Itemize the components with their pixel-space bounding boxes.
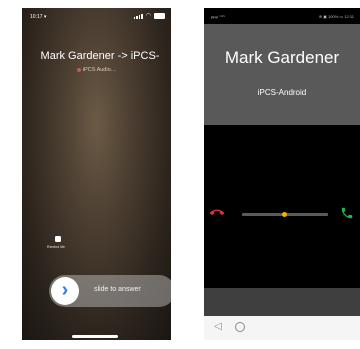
android-caller-name: Mark Gardener bbox=[224, 48, 340, 67]
chevron-right-icon: › bbox=[61, 279, 69, 301]
answer-slider-handle[interactable] bbox=[282, 212, 287, 217]
back-icon[interactable]: ◁ bbox=[214, 321, 222, 332]
ios-status-icons: ◠ bbox=[133, 13, 165, 19]
android-status-right: ⊕ ▣ 100% ▭ 12:11 bbox=[318, 14, 354, 19]
android-call-subtitle: iPCS-Android bbox=[257, 88, 307, 97]
android-incoming-call-screen: µ‌µ‌µ ⁺‌ᶜ‌ᶠ‌ˢ ⊕ ▣ 100% ▭ 12:11 Mark Gard… bbox=[204, 8, 360, 340]
answer-slider-knob[interactable]: › bbox=[51, 277, 79, 305]
ios-call-subtitle-text: iPCS Audio… bbox=[82, 67, 117, 73]
home-icon[interactable] bbox=[235, 322, 245, 332]
android-caller-header: Mark Gardener iPCS-Android bbox=[204, 24, 360, 125]
wifi-icon: ◠ bbox=[145, 13, 151, 19]
ios-status-time: 10:17 ▾ bbox=[30, 14, 47, 20]
alarm-clock-icon bbox=[55, 236, 61, 242]
slide-to-answer-slider[interactable]: › slide to answer bbox=[49, 275, 171, 307]
remind-me-button[interactable]: Remind Me bbox=[47, 236, 67, 249]
ios-status-bar: 10:17 ▾ ◠ bbox=[22, 10, 171, 24]
signal-icon bbox=[133, 13, 143, 19]
android-nav-bar: ◁ bbox=[204, 316, 360, 340]
android-status-left: µ‌µ‌µ ⁺‌ᶜ‌ᶠ‌ˢ bbox=[211, 14, 225, 19]
app-icon bbox=[76, 67, 81, 72]
android-bottom-bar bbox=[204, 288, 360, 316]
slide-to-answer-label: slide to answer bbox=[94, 286, 141, 293]
android-status-bar: µ‌µ‌µ ⁺‌ᶜ‌ᶠ‌ˢ ⊕ ▣ 100% ▭ 12:11 bbox=[204, 8, 360, 24]
decline-call-icon[interactable] bbox=[210, 206, 224, 220]
battery-icon bbox=[154, 13, 165, 19]
accept-call-icon[interactable] bbox=[340, 206, 354, 220]
remind-me-label: Remind Me bbox=[47, 245, 65, 249]
ios-incoming-call-screen: 10:17 ▾ ◠ Mark Gardener -> iPCS- iPCS Au… bbox=[22, 8, 171, 340]
home-indicator[interactable] bbox=[72, 335, 118, 338]
ios-call-subtitle: iPCS Audio… bbox=[22, 67, 171, 73]
answer-slider-track[interactable] bbox=[242, 212, 328, 217]
ios-caller-name: Mark Gardener -> iPCS- bbox=[40, 50, 160, 62]
